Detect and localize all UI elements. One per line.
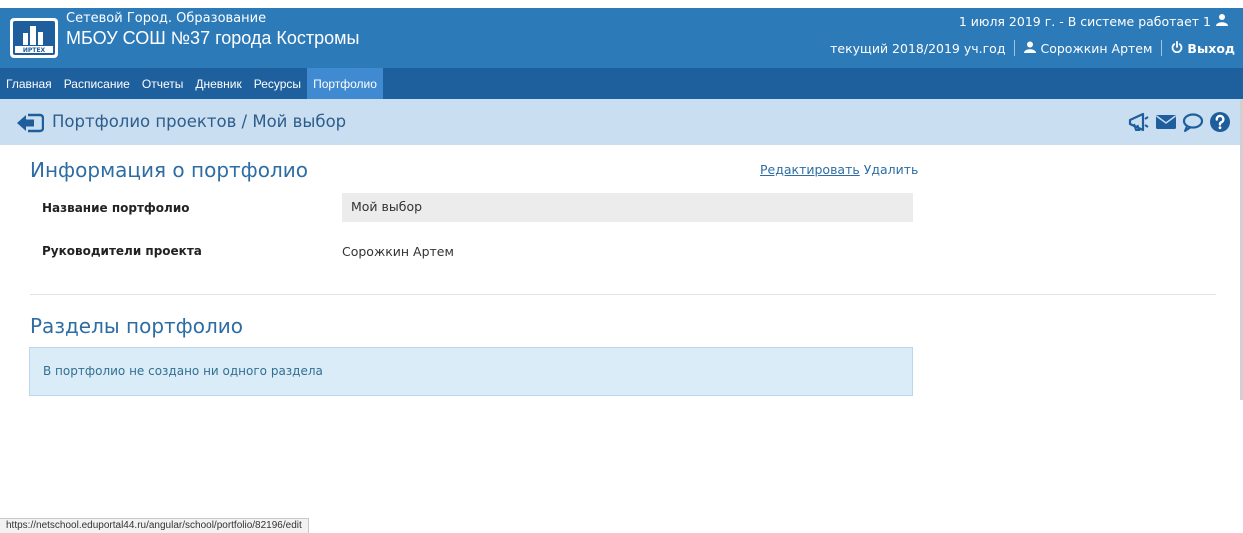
portfolio-info-title: Информация о портфолио bbox=[30, 158, 309, 182]
back-arrow-icon[interactable] bbox=[16, 112, 45, 134]
online-users-icon[interactable] bbox=[1215, 13, 1229, 30]
date-status-text: 1 июля 2019 г. - В системе работает 1 bbox=[958, 14, 1211, 29]
breadcrumb-bar: Портфолио проектов / Мой выбор bbox=[0, 99, 1243, 145]
browser-status-bar: https://netschool.eduportal44.ru/angular… bbox=[0, 518, 309, 533]
user-profile-link[interactable]: Сорожкин Артем bbox=[1024, 41, 1152, 56]
help-icon[interactable] bbox=[1209, 111, 1231, 133]
empty-sections-alert: В портфолио не создано ни одного раздела bbox=[29, 347, 913, 396]
portfolio-name-label: Название портфолио bbox=[42, 201, 190, 215]
nav-item-portfolio[interactable]: Портфолио bbox=[307, 68, 383, 99]
irtech-logo[interactable]: ИРТЕХ bbox=[10, 18, 58, 58]
portfolio-sections-title: Разделы портфолио bbox=[30, 314, 244, 338]
delete-link[interactable]: Удалить bbox=[864, 162, 919, 177]
breadcrumb: Портфолио проектов / Мой выбор bbox=[52, 112, 347, 131]
chat-icon[interactable] bbox=[1182, 111, 1204, 133]
svg-text:ИРТЕХ: ИРТЕХ bbox=[23, 47, 46, 54]
project-leaders-label: Руководители проекта bbox=[42, 244, 202, 258]
project-leaders-value: Сорожкин Артем bbox=[342, 244, 454, 259]
portfolio-name-value: Мой выбор bbox=[342, 193, 913, 222]
main-nav: Главная Расписание Отчеты Дневник Ресурс… bbox=[0, 68, 1243, 99]
school-title: МБОУ СОШ №37 города Костромы bbox=[66, 28, 360, 48]
announcement-icon[interactable] bbox=[1128, 111, 1150, 133]
nav-item-diary[interactable]: Дневник bbox=[189, 68, 247, 99]
date-status: 1 июля 2019 г. - В системе работает 1 bbox=[959, 13, 1229, 30]
app-header: ИРТЕХ Сетевой Город. Образование МБОУ СО… bbox=[0, 8, 1243, 68]
logout-button[interactable]: Выход bbox=[1171, 40, 1235, 56]
nav-item-home[interactable]: Главная bbox=[0, 68, 58, 99]
user-name: Сорожкин Артем bbox=[1040, 40, 1153, 56]
mail-icon[interactable] bbox=[1155, 111, 1177, 133]
school-year[interactable]: текущий 2018/2019 уч.год bbox=[830, 41, 1005, 56]
brand-subtitle: Сетевой Город. Образование bbox=[66, 11, 267, 26]
toolbar-icons bbox=[1128, 111, 1231, 133]
nav-item-schedule[interactable]: Расписание bbox=[58, 68, 136, 99]
power-icon bbox=[1171, 40, 1183, 56]
nav-item-reports[interactable]: Отчеты bbox=[136, 68, 189, 99]
separator bbox=[1014, 40, 1016, 56]
portfolio-actions: Редактировать Удалить bbox=[760, 162, 918, 177]
edit-link[interactable]: Редактировать bbox=[760, 162, 860, 177]
nav-item-resources[interactable]: Ресурсы bbox=[248, 68, 307, 99]
user-bar: текущий 2018/2019 уч.год Сорожкин Артем … bbox=[830, 40, 1235, 56]
separator bbox=[1161, 40, 1163, 56]
user-icon bbox=[1024, 41, 1037, 56]
section-divider bbox=[30, 294, 1216, 295]
logout-label: Выход bbox=[1187, 40, 1235, 56]
